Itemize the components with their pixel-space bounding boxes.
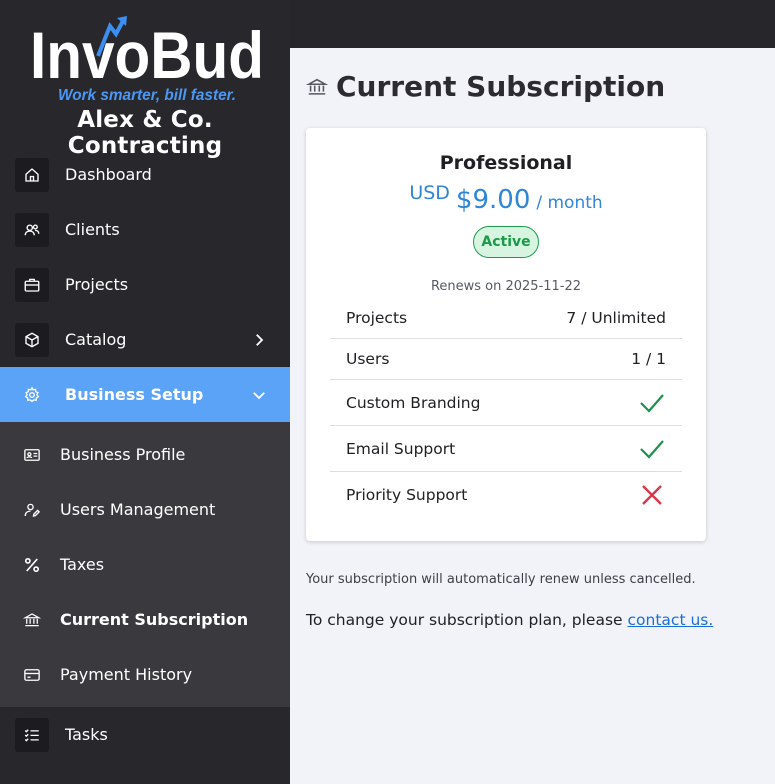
submenu-label: Payment History — [60, 665, 193, 684]
credit-card-icon — [23, 666, 41, 684]
contact-us-link[interactable]: contact us. — [628, 611, 714, 629]
page-title: Current Subscription — [306, 70, 665, 103]
price-currency: USD — [409, 182, 450, 204]
chevron-down-icon — [253, 391, 265, 399]
nav-item-business-setup[interactable]: Business Setup — [0, 367, 290, 422]
briefcase-icon — [15, 267, 49, 302]
check-icon — [640, 393, 664, 413]
nav-item-tasks[interactable]: Tasks — [0, 707, 290, 762]
box-icon — [15, 322, 49, 357]
id-card-icon — [23, 446, 41, 464]
feature-value: 7 / Unlimited — [566, 309, 666, 327]
users-icon — [15, 212, 49, 247]
feature-name: Projects — [346, 309, 408, 327]
bank-icon — [23, 611, 41, 629]
bank-icon — [306, 78, 328, 95]
submenu-item-payment-history[interactable]: Payment History — [0, 647, 290, 702]
percent-icon — [23, 556, 41, 574]
submenu-label: Users Management — [60, 500, 216, 519]
checklist-icon — [15, 717, 49, 752]
feature-list: Projects 7 / Unlimited Users 1 / 1 Custo… — [330, 298, 682, 518]
status-badge: Active — [473, 226, 539, 258]
nav-item-projects[interactable]: Projects — [0, 257, 290, 312]
price-period: / month — [536, 193, 603, 213]
nav-label: Projects — [65, 275, 129, 294]
submenu-item-business-profile[interactable]: Business Profile — [0, 427, 290, 482]
feature-row-custom-branding: Custom Branding — [330, 380, 682, 426]
logo-tagline: Work smarter, bill faster. — [58, 87, 236, 104]
subscription-card: Professional USD $9.00/ month Active Rene… — [306, 128, 706, 541]
page-title-text: Current Subscription — [336, 70, 666, 103]
feature-name: Email Support — [346, 439, 456, 458]
submenu-item-users-management[interactable]: Users Management — [0, 482, 290, 537]
feature-name: Priority Support — [346, 486, 468, 504]
feature-row-priority-support: Priority Support — [330, 472, 682, 518]
plan-price: USD $9.00/ month — [306, 182, 706, 215]
nav-label: Business Setup — [65, 385, 204, 404]
main-content: Current Subscription Professional USD $9.… — [290, 48, 775, 784]
change-plan-label: To change your subscription plan, please — [306, 611, 628, 629]
nav-label: Dashboard — [65, 165, 152, 184]
logo-graphic: InvoBud Work smarter, bill faster. — [30, 16, 264, 104]
submenu-item-taxes[interactable]: Taxes — [0, 537, 290, 592]
cross-icon — [642, 485, 662, 505]
submenu-label: Taxes — [60, 555, 105, 574]
nav-label: Clients — [65, 220, 120, 239]
plan-name: Professional — [439, 152, 573, 174]
logo-wordmark: InvoBud — [30, 18, 264, 92]
check-icon — [640, 439, 664, 459]
submenu-item-current-subscription[interactable]: Current Subscription — [0, 592, 290, 647]
user-edit-icon — [23, 501, 41, 519]
feature-value: 1 / 1 — [631, 350, 666, 368]
nav-item-dashboard[interactable]: Dashboard — [0, 147, 290, 202]
feature-name: Custom Branding — [346, 393, 481, 412]
submenu-label: Current Subscription — [60, 610, 249, 629]
renewal-date: Renews on 2025-11-22 — [430, 279, 582, 294]
feature-row-email-support: Email Support — [330, 426, 682, 472]
submenu-label: Business Profile — [60, 445, 186, 464]
auto-renew-note: Your subscription will automatically ren… — [306, 572, 696, 587]
change-plan-text: To change your subscription plan, please… — [306, 611, 713, 629]
gear-icon — [15, 377, 49, 412]
nav-label: Tasks — [65, 725, 108, 744]
feature-row-projects: Projects 7 / Unlimited — [330, 298, 682, 339]
nav-item-catalog[interactable]: Catalog — [0, 312, 290, 367]
business-setup-submenu: Business Profile Users Management Taxes … — [0, 422, 290, 707]
feature-name: Users — [346, 350, 390, 368]
invobud-logo[interactable]: InvoBud Work smarter, bill faster. — [28, 16, 268, 106]
chevron-right-icon — [256, 333, 264, 346]
sidebar: InvoBud Work smarter, bill faster. Alex … — [0, 0, 290, 784]
feature-row-users: Users 1 / 1 — [330, 339, 682, 380]
price-amount: $9.00 — [455, 185, 531, 215]
nav-item-clients[interactable]: Clients — [0, 202, 290, 257]
nav-label: Catalog — [65, 330, 127, 349]
home-icon — [15, 157, 49, 192]
